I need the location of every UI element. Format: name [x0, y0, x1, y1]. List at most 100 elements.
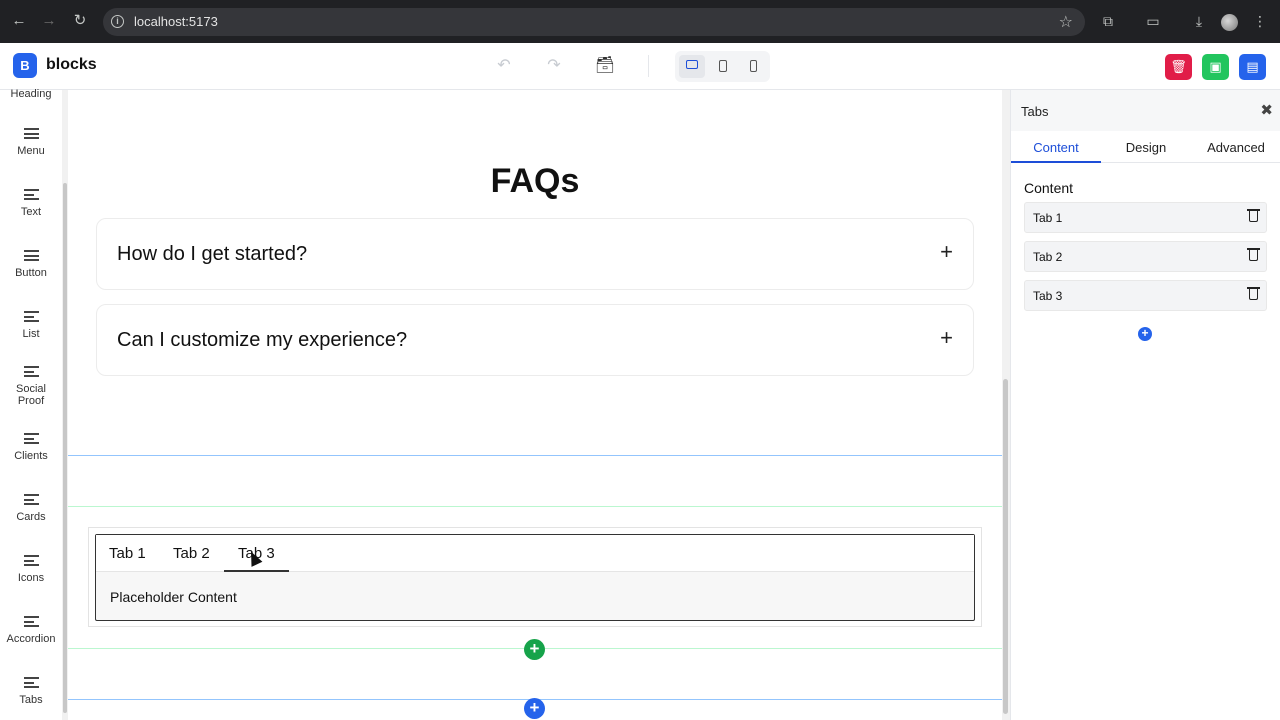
sidebar-item-heading[interactable]: Heading [0, 88, 62, 100]
sidebar-item-list[interactable]: List [0, 311, 62, 340]
profile-avatar[interactable] [1221, 14, 1238, 31]
back-icon[interactable]: ← [9, 11, 29, 31]
sidebar-item-menu[interactable]: Menu [0, 128, 62, 157]
sidebar-item-label: Social Proof [16, 383, 46, 407]
trash-icon[interactable] [1247, 287, 1260, 300]
sidebar-item-social-proof[interactable]: Social Proof [0, 366, 62, 407]
tab-1[interactable]: Tab 1 [109, 545, 146, 562]
accordion-lines-icon [23, 616, 39, 627]
sidebar-item-label: Menu [17, 145, 45, 157]
sidebar-item-icons[interactable]: Icons [0, 555, 62, 584]
bookmark-star-icon[interactable]: ☆ [1059, 12, 1073, 32]
faq-item[interactable]: Can I customize my experience? + [96, 304, 974, 376]
add-tab-button[interactable]: + [1138, 327, 1152, 341]
tablet-icon [719, 60, 727, 72]
reload-icon[interactable]: ↻ [70, 11, 90, 31]
sidebar-item-label: List [22, 328, 40, 340]
faq-item[interactable]: How do I get started? + [96, 218, 974, 290]
sidebar-item-clients[interactable]: Clients [0, 433, 62, 462]
archive-icon[interactable]: 🗃︎ [594, 55, 616, 77]
delete-page-button[interactable]: 🗑︎ [1165, 54, 1192, 80]
tab-content[interactable]: Content [1011, 140, 1101, 155]
expand-plus-icon[interactable]: + [940, 325, 953, 351]
tab-panel-content: Placeholder Content [110, 589, 237, 605]
sidebar-item-button[interactable]: Button [0, 250, 62, 279]
faq-heading[interactable]: FAQs [68, 162, 1002, 201]
extensions-icon[interactable]: ⧉ [1098, 11, 1118, 31]
panel-title: Tabs [1021, 104, 1049, 119]
toolbar-divider [648, 55, 649, 77]
tab-item-row[interactable]: Tab 3 [1024, 280, 1267, 311]
clients-lines-icon [23, 433, 39, 444]
sidebar-item-label: Button [15, 267, 47, 279]
trash-icon: 🗑︎ [1170, 59, 1187, 74]
sidebar-item-cards[interactable]: Cards [0, 494, 62, 523]
expand-plus-icon[interactable]: + [940, 239, 953, 265]
section-boundary-line [68, 455, 1002, 456]
desktop-view-button[interactable] [679, 55, 705, 78]
desktop-icon [686, 60, 698, 69]
active-tab-indicator [224, 570, 289, 572]
faq-question: Can I customize my experience? [117, 329, 408, 351]
tab-item-row[interactable]: Tab 1 [1024, 202, 1267, 233]
app-name: blocks [46, 56, 97, 73]
blocks-sidebar: Heading Menu Text Button List Social Pro… [0, 88, 62, 720]
sidebar-item-label: Tabs [19, 694, 43, 706]
plus-icon: + [529, 639, 540, 658]
add-section-button[interactable]: + [524, 698, 545, 719]
save-button[interactable]: ▣ [1202, 54, 1229, 80]
tabs-block-wrapper[interactable]: Tab 1 Tab 2 Tab 3 Placeholder Content [88, 527, 982, 627]
sidebar-item-label: Text [20, 206, 42, 218]
mobile-icon [750, 60, 757, 72]
social-proof-lines-icon [23, 366, 39, 377]
properties-panel: Tabs ✖ Content Design Advanced Content T… [1010, 90, 1280, 720]
site-info-icon[interactable]: i [111, 15, 124, 28]
browser-menu-icon[interactable]: ⋮ [1250, 11, 1270, 31]
canvas-scroll-thumb[interactable] [1003, 379, 1008, 714]
plus-icon: + [1141, 326, 1149, 340]
device-switcher [675, 51, 770, 82]
url-text: localhost:5173 [134, 14, 218, 29]
tab-item-label: Tab 1 [1033, 211, 1063, 225]
tab-design[interactable]: Design [1101, 140, 1191, 155]
save-icon: ▣ [1209, 59, 1222, 74]
tab-item-label: Tab 2 [1033, 250, 1063, 264]
cards-lines-icon [23, 494, 39, 505]
tab-item-label: Tab 3 [1033, 289, 1063, 303]
sidebar-scroll-thumb[interactable] [63, 183, 67, 713]
tabs-lines-icon [23, 677, 39, 688]
tab-item-row[interactable]: Tab 2 [1024, 241, 1267, 272]
sidebar-item-accordion[interactable]: Accordion [0, 616, 62, 645]
file-icon: ▤ [1246, 59, 1259, 74]
sidebar-item-label: Icons [17, 572, 45, 584]
app: B blocks ↶ ↷ 🗃︎ 🗑︎ ▣ ▤ Heading Menu Text… [0, 43, 1280, 720]
block-boundary-line [68, 506, 1002, 507]
panel-header: Tabs ✖ [1011, 90, 1280, 131]
active-panel-tab-indicator [1011, 161, 1101, 163]
app-logo: B [13, 53, 37, 78]
app-toolbar: B blocks ↶ ↷ 🗃︎ 🗑︎ ▣ ▤ [0, 43, 1280, 90]
tabs-header: Tab 1 Tab 2 Tab 3 [96, 535, 974, 572]
tab-advanced[interactable]: Advanced [1191, 140, 1280, 155]
cast-search-icon[interactable]: ▭ [1143, 11, 1163, 31]
plus-icon: + [529, 698, 540, 717]
text-lines-icon [23, 189, 39, 200]
trash-icon[interactable] [1247, 248, 1260, 261]
faq-question: How do I get started? [117, 243, 308, 265]
menu-lines-icon [23, 128, 39, 139]
download-icon[interactable]: ⤓ [1189, 11, 1209, 31]
close-icon[interactable]: ✖ [1260, 101, 1273, 119]
address-bar[interactable]: i localhost:5173 ☆ [103, 8, 1085, 36]
undo-icon[interactable]: ↶ [493, 55, 515, 77]
trash-icon[interactable] [1247, 209, 1260, 222]
sidebar-item-label: Cards [16, 511, 46, 523]
tablet-view-button[interactable] [710, 55, 736, 78]
add-block-button[interactable]: + [524, 639, 545, 660]
export-button[interactable]: ▤ [1239, 54, 1266, 80]
redo-icon[interactable]: ↷ [543, 55, 565, 77]
mobile-view-button[interactable] [740, 55, 766, 78]
tab-2[interactable]: Tab 2 [173, 545, 210, 562]
sidebar-item-text[interactable]: Text [0, 189, 62, 218]
sidebar-item-tabs[interactable]: Tabs [0, 677, 62, 706]
forward-icon[interactable]: → [39, 11, 59, 31]
